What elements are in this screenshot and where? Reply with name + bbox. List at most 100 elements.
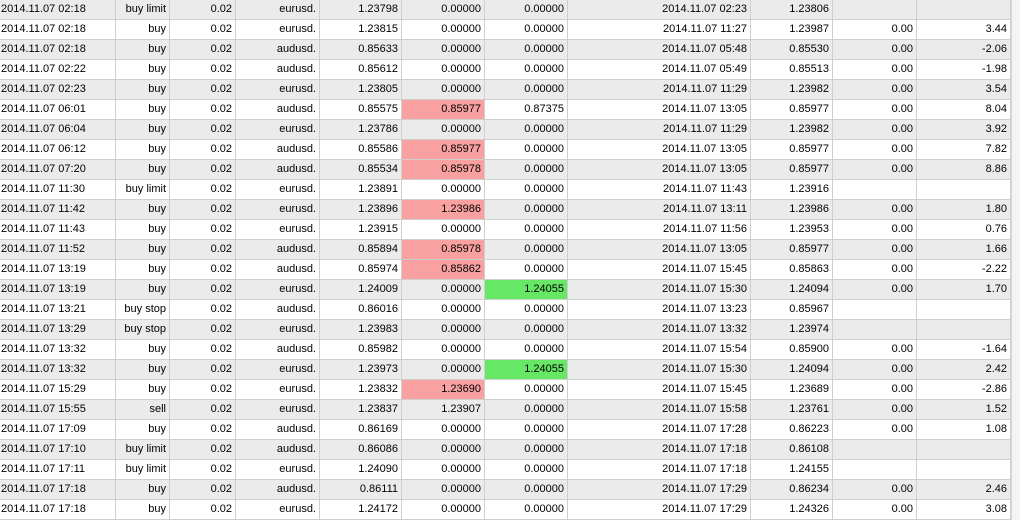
table-row[interactable]: 2014.11.07 13:21 buy stop 0.02 audusd. 0.860… — [0, 300, 1020, 320]
table-row[interactable]: 2014.11.07 13:32 buy 0.02 eurusd. 1.23973 0.0… — [0, 360, 1020, 380]
close-price-cell: 1.24094 — [751, 280, 833, 299]
stop-loss-cell: 0.00000 — [402, 80, 485, 99]
stop-loss-cell: 0.00000 — [402, 220, 485, 239]
commission-cell — [833, 0, 917, 19]
table-row[interactable]: 2014.11.07 02:18 buy 0.02 audusd. 0.85633 0.0… — [0, 40, 1020, 60]
close-price-cell: 1.23987 — [751, 20, 833, 39]
commission-cell: 0.00 — [833, 500, 917, 519]
open-time-cell: 2014.11.07 02:18 — [0, 40, 116, 59]
table-row[interactable]: 2014.11.07 06:01 buy 0.02 audusd. 0.85575 0.8… — [0, 100, 1020, 120]
size-cell: 0.02 — [170, 200, 236, 219]
table-row[interactable]: 2014.11.07 06:04 buy 0.02 eurusd. 1.23786 0.0… — [0, 120, 1020, 140]
price-cell: 1.24009 — [320, 280, 402, 299]
table-row[interactable]: 2014.11.07 02:18 buy limit 0.02 eurusd. 1.23… — [0, 0, 1020, 20]
take-profit-cell: 0.00000 — [485, 260, 568, 279]
table-row[interactable]: 2014.11.07 13:19 buy 0.02 eurusd. 1.24009 0.0… — [0, 280, 1020, 300]
symbol-cell: eurusd. — [236, 220, 320, 239]
price-cell: 1.23832 — [320, 380, 402, 399]
table-row[interactable]: 2014.11.07 11:43 buy 0.02 eurusd. 1.23915 0.0… — [0, 220, 1020, 240]
take-profit-cell: 0.00000 — [485, 80, 568, 99]
commission-cell: 0.00 — [833, 140, 917, 159]
table-row[interactable]: 2014.11.07 06:12 buy 0.02 audusd. 0.85586 0.8… — [0, 140, 1020, 160]
close-price-cell: 1.23953 — [751, 220, 833, 239]
close-time-cell: 2014.11.07 17:18 — [568, 440, 751, 459]
size-cell: 0.02 — [170, 100, 236, 119]
close-time-cell: 2014.11.07 13:32 — [568, 320, 751, 339]
stop-loss-cell: 0.00000 — [402, 60, 485, 79]
stop-loss-cell: 0.00000 — [402, 0, 485, 19]
symbol-cell: eurusd. — [236, 400, 320, 419]
table-row[interactable]: 2014.11.07 11:42 buy 0.02 eurusd. 1.23896 1.2… — [0, 200, 1020, 220]
table-row[interactable]: 2014.11.07 17:10 buy limit 0.02 audusd. 0.86… — [0, 440, 1020, 460]
size-cell: 0.02 — [170, 300, 236, 319]
order-type-cell: buy — [116, 360, 170, 379]
table-row[interactable]: 2014.11.07 02:22 buy 0.02 audusd. 0.85612 0.0… — [0, 60, 1020, 80]
size-cell: 0.02 — [170, 240, 236, 259]
order-type-cell: buy — [116, 80, 170, 99]
open-time-cell: 2014.11.07 17:18 — [0, 480, 116, 499]
table-row[interactable]: 2014.11.07 17:18 buy 0.02 eurusd. 1.24172 0.0… — [0, 500, 1020, 520]
order-type-cell: buy — [116, 140, 170, 159]
table-row[interactable]: 2014.11.07 02:18 buy 0.02 eurusd. 1.23815 0.0… — [0, 20, 1020, 40]
table-row[interactable]: 2014.11.07 17:09 buy 0.02 audusd. 0.86169 0.0… — [0, 420, 1020, 440]
open-time-cell: 2014.11.07 13:29 — [0, 320, 116, 339]
stop-loss-cell: 1.23907 — [402, 400, 485, 419]
commission-cell: 0.00 — [833, 120, 917, 139]
stop-loss-cell: 0.00000 — [402, 320, 485, 339]
stop-loss-cell: 0.00000 — [402, 480, 485, 499]
symbol-cell: eurusd. — [236, 80, 320, 99]
table-row[interactable]: 2014.11.07 11:30 buy limit 0.02 eurusd. 1.23… — [0, 180, 1020, 200]
profit-cell: 1.66 — [917, 240, 1011, 259]
table-row[interactable]: 2014.11.07 02:23 buy 0.02 eurusd. 1.23805 0.0… — [0, 80, 1020, 100]
stop-loss-cell: 0.85978 — [402, 160, 485, 179]
price-cell: 0.86016 — [320, 300, 402, 319]
order-type-cell: buy — [116, 340, 170, 359]
price-cell: 1.23983 — [320, 320, 402, 339]
open-time-cell: 2014.11.07 06:04 — [0, 120, 116, 139]
take-profit-cell: 0.00000 — [485, 200, 568, 219]
table-row[interactable]: 2014.11.07 17:11 buy limit 0.02 eurusd. 1.24… — [0, 460, 1020, 480]
profit-cell: -2.86 — [917, 380, 1011, 399]
profit-cell: 1.08 — [917, 420, 1011, 439]
price-cell: 1.24090 — [320, 460, 402, 479]
size-cell: 0.02 — [170, 440, 236, 459]
scrollbar-track[interactable] — [1011, 0, 1020, 520]
size-cell: 0.02 — [170, 80, 236, 99]
profit-cell: 8.04 — [917, 100, 1011, 119]
close-price-cell: 0.85513 — [751, 60, 833, 79]
close-price-cell: 0.86223 — [751, 420, 833, 439]
table-row[interactable]: 2014.11.07 17:18 buy 0.02 audusd. 0.86111 0.0… — [0, 480, 1020, 500]
size-cell: 0.02 — [170, 260, 236, 279]
stop-loss-cell: 0.85978 — [402, 240, 485, 259]
table-row[interactable]: 2014.11.07 11:52 buy 0.02 audusd. 0.85894 0.8… — [0, 240, 1020, 260]
stop-loss-cell: 0.85977 — [402, 140, 485, 159]
commission-cell: 0.00 — [833, 60, 917, 79]
price-cell: 0.86111 — [320, 480, 402, 499]
profit-cell — [917, 460, 1011, 479]
close-time-cell: 2014.11.07 15:54 — [568, 340, 751, 359]
profit-cell: 8.86 — [917, 160, 1011, 179]
table-row[interactable]: 2014.11.07 15:29 buy 0.02 eurusd. 1.23832 1.2… — [0, 380, 1020, 400]
close-time-cell: 2014.11.07 11:56 — [568, 220, 751, 239]
take-profit-cell: 0.00000 — [485, 40, 568, 59]
profit-cell: 1.70 — [917, 280, 1011, 299]
symbol-cell: audusd. — [236, 140, 320, 159]
close-time-cell: 2014.11.07 15:45 — [568, 260, 751, 279]
symbol-cell: audusd. — [236, 420, 320, 439]
symbol-cell: audusd. — [236, 260, 320, 279]
table-row[interactable]: 2014.11.07 13:19 buy 0.02 audusd. 0.85974 0.8… — [0, 260, 1020, 280]
close-time-cell: 2014.11.07 05:49 — [568, 60, 751, 79]
open-time-cell: 2014.11.07 11:43 — [0, 220, 116, 239]
table-row[interactable]: 2014.11.07 15:55 sell 0.02 eurusd. 1.23837 1.… — [0, 400, 1020, 420]
close-time-cell: 2014.11.07 13:05 — [568, 100, 751, 119]
table-row[interactable]: 2014.11.07 07:20 buy 0.02 audusd. 0.85534 0.8… — [0, 160, 1020, 180]
profit-cell: -1.64 — [917, 340, 1011, 359]
order-type-cell: buy limit — [116, 180, 170, 199]
table-row[interactable]: 2014.11.07 13:32 buy 0.02 audusd. 0.85982 0.0… — [0, 340, 1020, 360]
price-cell: 0.85534 — [320, 160, 402, 179]
table-row[interactable]: 2014.11.07 13:29 buy stop 0.02 eurusd. 1.239… — [0, 320, 1020, 340]
commission-cell: 0.00 — [833, 340, 917, 359]
close-price-cell: 0.85863 — [751, 260, 833, 279]
order-type-cell: buy limit — [116, 460, 170, 479]
commission-cell: 0.00 — [833, 40, 917, 59]
